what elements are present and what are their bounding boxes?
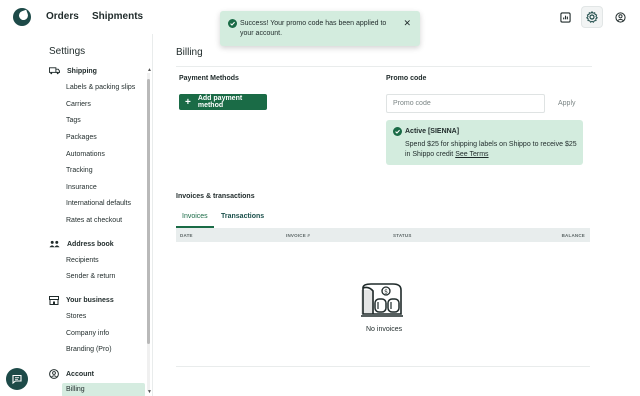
sidebar-item-sender-return[interactable]: Sender & return [66,273,115,280]
close-icon[interactable]: ✕ [403,18,411,29]
sidebar-item-stores[interactable]: Stores [66,313,86,320]
nav-orders[interactable]: Orders [46,11,79,22]
settings-icon[interactable] [582,7,602,27]
sidebar-item-automations[interactable]: Automations [66,151,105,158]
chat-button[interactable] [6,368,28,390]
account-icon[interactable] [612,9,628,25]
shippo-logo[interactable] [13,8,31,26]
sidebar-section-label: Shipping [67,67,97,75]
scroll-down-icon[interactable]: ▼ [147,389,152,395]
promo-code-input[interactable] [386,94,545,113]
sidebar-section-label: Address book [67,240,114,248]
invoices-table-header: DATE INVOICE # STATUS BALANCE [176,228,590,242]
sidebar-item-tags[interactable]: Tags [66,117,81,124]
sidebar-item-carriers[interactable]: Carriers [66,101,91,108]
reports-icon[interactable] [557,9,573,25]
sidebar-item-labels[interactable]: Labels & packing slips [66,84,135,91]
scroll-up-icon[interactable]: ▲ [147,67,152,73]
scrollbar-thumb[interactable] [147,79,150,344]
toast-message: Success! Your promo code has been applie… [240,20,387,37]
sidebar-item-branding[interactable]: Branding (Pro) [66,346,112,353]
title-divider [176,66,592,67]
success-toast: Success! Your promo code has been applie… [220,11,420,46]
add-payment-method-label: Add payment method [197,95,243,109]
apply-button[interactable]: Apply [558,100,576,107]
promo-code-label: Promo code [386,75,427,82]
sidebar-item-international[interactable]: International defaults [66,200,131,207]
tab-invoices[interactable]: Invoices [182,213,208,220]
sidebar-item-company-info[interactable]: Company info [66,330,109,337]
active-promo-description: Spend $25 for shipping labels on Shippo … [405,140,580,160]
sidebar-item-recipients[interactable]: Recipients [66,257,99,264]
account-circle-icon [49,369,59,379]
truck-icon [49,67,60,75]
sidebar-item-insurance[interactable]: Insurance [66,184,97,191]
invoices-section-title: Invoices & transactions [176,193,255,200]
add-payment-method-button[interactable]: + Add payment method [179,94,267,110]
column-invoice-number[interactable]: INVOICE # [286,233,310,238]
sidebar-title: Settings [49,46,86,57]
empty-state-text: No invoices [366,326,403,333]
sidebar-divider [152,34,153,396]
sidebar-section-account[interactable]: Account [49,369,94,379]
check-circle-icon [228,19,237,30]
column-status[interactable]: STATUS [393,233,412,238]
table-bottom-divider [176,366,590,367]
sidebar-section-shipping[interactable]: Shipping [49,67,97,75]
sidebar-section-label: Your business [66,297,114,304]
sidebar-item-rates[interactable]: Rates at checkout [66,217,122,224]
nav-shipments[interactable]: Shipments [92,11,143,22]
page-title: Billing [176,47,203,58]
active-promo-text: Spend $25 for shipping labels on Shippo … [405,141,577,158]
tab-transactions[interactable]: Transactions [221,213,264,220]
sidebar-scrollbar[interactable] [147,73,150,391]
svg-text:$: $ [384,289,388,296]
plus-icon: + [185,96,191,108]
chat-icon [12,374,22,384]
payment-methods-label: Payment Methods [179,75,239,82]
check-circle-icon [393,127,402,138]
column-balance[interactable]: BALANCE [562,233,585,238]
column-date[interactable]: DATE [180,233,193,238]
sidebar-section-address-book[interactable]: Address book [49,240,114,248]
active-promo-banner: Active [SIENNA] Spend $25 for shipping l… [386,120,583,165]
sidebar-section-label: Account [66,370,94,378]
sidebar-item-tracking[interactable]: Tracking [66,167,93,174]
active-promo-title: Active [SIENNA] [405,128,460,135]
empty-mailbox-icon: $ [359,282,405,322]
sidebar-item-packages[interactable]: Packages [66,134,97,141]
see-terms-link[interactable]: See Terms [455,151,488,158]
people-icon [49,240,60,248]
sidebar-section-your-business[interactable]: Your business [49,296,114,305]
store-icon [49,296,59,305]
sidebar-item-billing[interactable]: Billing [66,386,85,393]
